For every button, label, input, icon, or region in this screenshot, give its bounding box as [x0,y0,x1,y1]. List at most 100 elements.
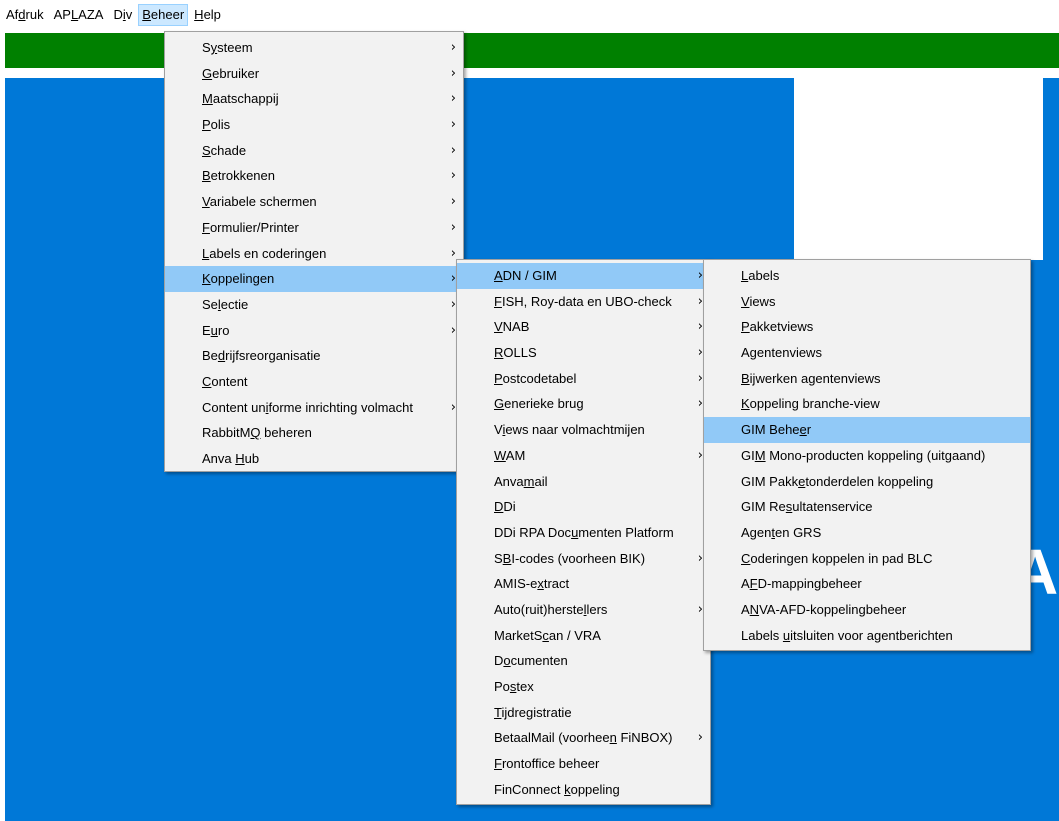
label-part: ariabele schermen [209,194,317,210]
menu-item-label: Coderingen koppelen in pad BLC [741,551,933,566]
menu-item-vnab[interactable]: VNAB › [457,314,710,340]
menu-item-gim-resultatenservice[interactable]: GIM Resultatenservice [704,494,1030,520]
menu-item-frontoffice-beheer[interactable]: Frontoffice beheer [457,751,710,777]
label-part: tract [543,576,570,592]
menu-item-labels-uitsluiten-voor-agentberichten[interactable]: Labels uitsluiten voor agentberichten [704,623,1030,649]
menu-item-agenten-grs[interactable]: Agenten GRS [704,520,1030,546]
menu-item-bedrijfsreorganisatie[interactable]: Bedrijfsreorganisatie [165,343,463,369]
menu-item-label: ROLLS [494,345,537,360]
menu-item-views[interactable]: Views [704,289,1030,315]
label-part: D [113,6,123,22]
menu-help[interactable]: Help [190,4,225,26]
label-part: Agen [741,524,772,540]
menu-item-fish-roy-data-en-ubo-check[interactable]: FISH, Roy-data en UBO-check › [457,289,710,315]
menu-item-anvamail[interactable]: Anvamail [457,469,710,495]
menu-item-label: Frontoffice beheer [494,756,599,771]
menu-item-coderingen-koppelen-in-pad-blc[interactable]: Coderingen koppelen in pad BLC [704,546,1030,572]
menu-item-content-uniforme-inrichting-volmacht[interactable]: Content uniforme inrichting volmacht › [165,395,463,421]
menu-item-finconnect-koppeling[interactable]: FinConnect koppeling [457,777,710,803]
label-part: ub [244,451,260,466]
label-part: enerieke brug [504,396,584,412]
menu-item-label: RabbitMQ beheren [202,425,312,440]
menu-item-ddi-rpa-documenten-platform[interactable]: DDi RPA Documenten Platform [457,520,710,546]
menu-item-gim-pakketonderdelen-koppeling[interactable]: GIM Pakketonderdelen koppeling [704,469,1030,495]
menu-item-sbi-codes-voorheen-bik[interactable]: SBI-codes (voorheen BIK) › [457,546,710,572]
menu-item-postcodetabel[interactable]: Postcodetabel › [457,366,710,392]
menu-item-maatschappij[interactable]: Maatschappij › [165,86,463,112]
menu-item-rolls[interactable]: ROLLS › [457,340,710,366]
accelerator-key: u [210,322,218,338]
menu-item-labels-en-coderingen[interactable]: Labels en coderingen › [165,241,463,267]
label-part: S [202,40,211,55]
menu-item-labels[interactable]: Labels [704,263,1030,289]
menu-item-label: Schade [202,143,246,158]
chevron-right-icon: › [450,219,456,235]
menu-afdruk[interactable]: Afdruk [2,4,48,26]
menu-item-anva-afd-koppelingbeheer[interactable]: ANVA-AFD-koppelingbeheer [704,597,1030,623]
menu-item-systeem[interactable]: Systeem › [165,35,463,61]
menu-item-anva-hub[interactable]: Anva Hub [165,446,463,472]
menu-item-betaalmail-voorheen-finbox[interactable]: BetaalMail (voorheen FiNBOX) › [457,725,710,751]
menu-item-label: Euro [202,323,229,338]
menu-item-postex[interactable]: Postex [457,674,710,700]
menu-item-content[interactable]: Content [165,369,463,395]
label-part: abels en coderingen [209,245,327,261]
menu-item-bijwerken-agentenviews[interactable]: Bijwerken agentenviews [704,366,1030,392]
label-part: VA-AFD-koppelingbeheer [759,601,907,617]
menu-div[interactable]: Div [109,4,136,26]
label-part: tex [516,679,534,694]
label-part: ebruiker [212,65,260,81]
menu-item-afd-mappingbeheer[interactable]: AFD-mappingbeheer [704,571,1030,597]
menu-item-views-naar-volmachtmijen[interactable]: Views naar volmachtmijen [457,417,710,443]
menu-item-koppelingen[interactable]: Koppelingen › [165,266,463,292]
menu-item-variabele-schermen[interactable]: Variabele schermen › [165,189,463,215]
label-part: ontent [211,373,248,389]
label-part: tonderdelen koppeling [805,473,934,489]
menu-item-wam[interactable]: WAM › [457,443,710,469]
menu-item-pakketviews[interactable]: Pakketviews [704,314,1030,340]
menu-item-label: Postcodetabel [494,371,576,386]
menu-item-selectie[interactable]: Selectie › [165,292,463,318]
menu-item-koppeling-branche-view[interactable]: Koppeling branche-view [704,391,1030,417]
menu-item-generieke-brug[interactable]: Generieke brug › [457,391,710,417]
menu-beheer[interactable]: Beheer [138,3,189,26]
menu-item-adn-gim[interactable]: ADN / GIM › [457,263,710,289]
menu-item-documenten[interactable]: Documenten [457,648,710,674]
menu-item-betrokkenen[interactable]: Betrokkenen › [165,163,463,189]
menu-item-polis[interactable]: Polis › [165,112,463,138]
menu-item-amis-extract[interactable]: AMIS-extract [457,571,710,597]
menu-item-euro[interactable]: Euro › [165,318,463,344]
menu-item-gim-mono-producten-koppeling-uitgaand[interactable]: GIM Mono-producten koppeling (uitgaand) [704,443,1030,469]
label-part: FinConnect [494,781,565,797]
chevron-right-icon: › [450,194,456,210]
label-part: Labels [741,627,783,643]
menu-item-marketscan-vra[interactable]: MarketScan / VRA [457,623,710,649]
menu-item-gim-beheer[interactable]: GIM Beheer [704,417,1030,443]
menu-item-label: Pakketviews [741,319,813,334]
accelerator-key: P [741,319,750,335]
menu-item-tijdregistratie[interactable]: Tijdregistratie [457,700,710,726]
label-part: DDi RPA Doc [494,524,572,540]
menu-item-ddi[interactable]: DDi [457,494,710,520]
menu-item-label: GIM Mono-producten koppeling (uitgaand) [741,448,985,463]
beheer-menu: Systeem › Gebruiker › Maatschappij › Polis › Sch… [164,31,464,472]
label-part: steem [217,40,253,55]
menu-aplaza[interactable]: APLAZA [50,4,108,26]
label-part: A [741,345,750,361]
chevron-right-icon: › [450,142,456,158]
menu-item-formulier-printer[interactable]: Formulier/Printer › [165,215,463,241]
menu-item-label: Views [741,294,775,309]
accelerator-key: S [202,142,211,158]
label-part: Af [6,6,19,22]
menu-item-agentenviews[interactable]: Agentenviews [704,340,1030,366]
menu-item-auto-ruit-herstellers[interactable]: Auto(ruit)herstellers › [457,597,710,623]
menu-item-schade[interactable]: Schade › [165,138,463,164]
accelerator-key: Q [250,425,261,441]
label-part: OLLS [503,345,537,361]
menu-item-label: Agenten GRS [741,525,821,540]
menu-item-rabbitmq-beheren[interactable]: RabbitMQ beheren [165,420,463,446]
accelerator-key: R [494,345,504,361]
menu-item-gebruiker[interactable]: Gebruiker › [165,61,463,87]
chevron-right-icon: › [450,168,456,184]
accelerator-key: B [741,370,750,386]
